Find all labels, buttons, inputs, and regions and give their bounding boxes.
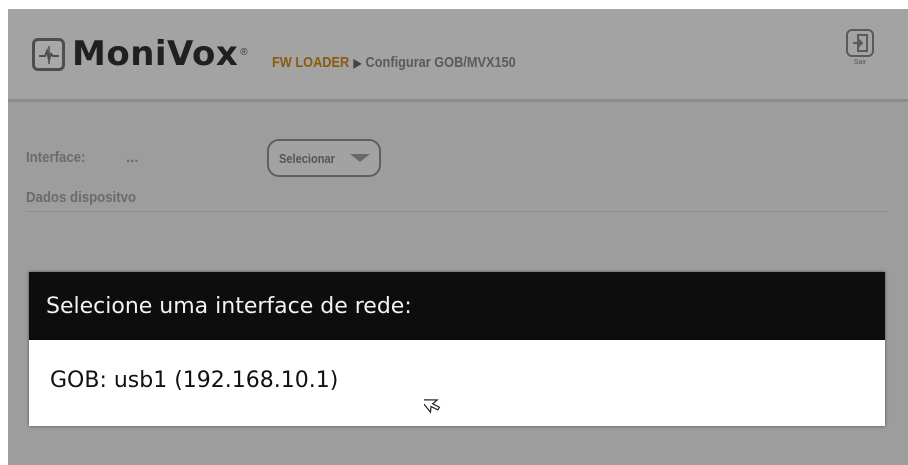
network-interface-dialog: Selecione uma interface de rede: GOB: us… — [29, 272, 885, 426]
list-item[interactable]: GOB: usb1 (192.168.10.1) — [29, 340, 885, 426]
interface-value: ... — [126, 149, 139, 166]
screen: MoniVox ® FW LOADER ▶ Configurar GOB/MVX15… — [0, 0, 908, 465]
breadcrumb-current: Configurar GOB/MVX150 — [365, 54, 516, 71]
monivox-logo-icon — [32, 37, 65, 71]
mouse-cursor-icon — [424, 399, 441, 414]
device-data-label: Dados dispositvo — [26, 189, 137, 206]
interface-label: Interface: — [26, 149, 86, 166]
dialog-body: GOB: usb1 (192.168.10.1) — [29, 340, 885, 426]
logo: MoniVox ® — [32, 37, 248, 71]
logo-text: MoniVox — [72, 34, 239, 74]
app-header: MoniVox ® FW LOADER ▶ Configurar GOB/MVX15… — [8, 9, 908, 102]
divider — [26, 211, 888, 212]
breadcrumb: FW LOADER ▶ Configurar GOB/MVX150 — [272, 54, 516, 71]
select-interface-button[interactable]: Selecionar — [267, 139, 381, 177]
logo-trademark: ® — [240, 46, 248, 58]
exit-button[interactable] — [846, 29, 874, 57]
select-button-label: Selecionar — [279, 150, 335, 166]
caret-down-icon — [350, 154, 370, 162]
breadcrumb-separator-icon: ▶ — [353, 56, 362, 70]
breadcrumb-root[interactable]: FW LOADER — [272, 54, 349, 71]
exit-icon — [853, 34, 868, 52]
dialog-title: Selecione uma interface de rede: — [46, 294, 412, 319]
exit-label: Sair — [853, 59, 867, 66]
dialog-title-bar: Selecione uma interface de rede: — [29, 272, 885, 341]
option-label: GOB: usb1 (192.168.10.1) — [50, 368, 339, 393]
